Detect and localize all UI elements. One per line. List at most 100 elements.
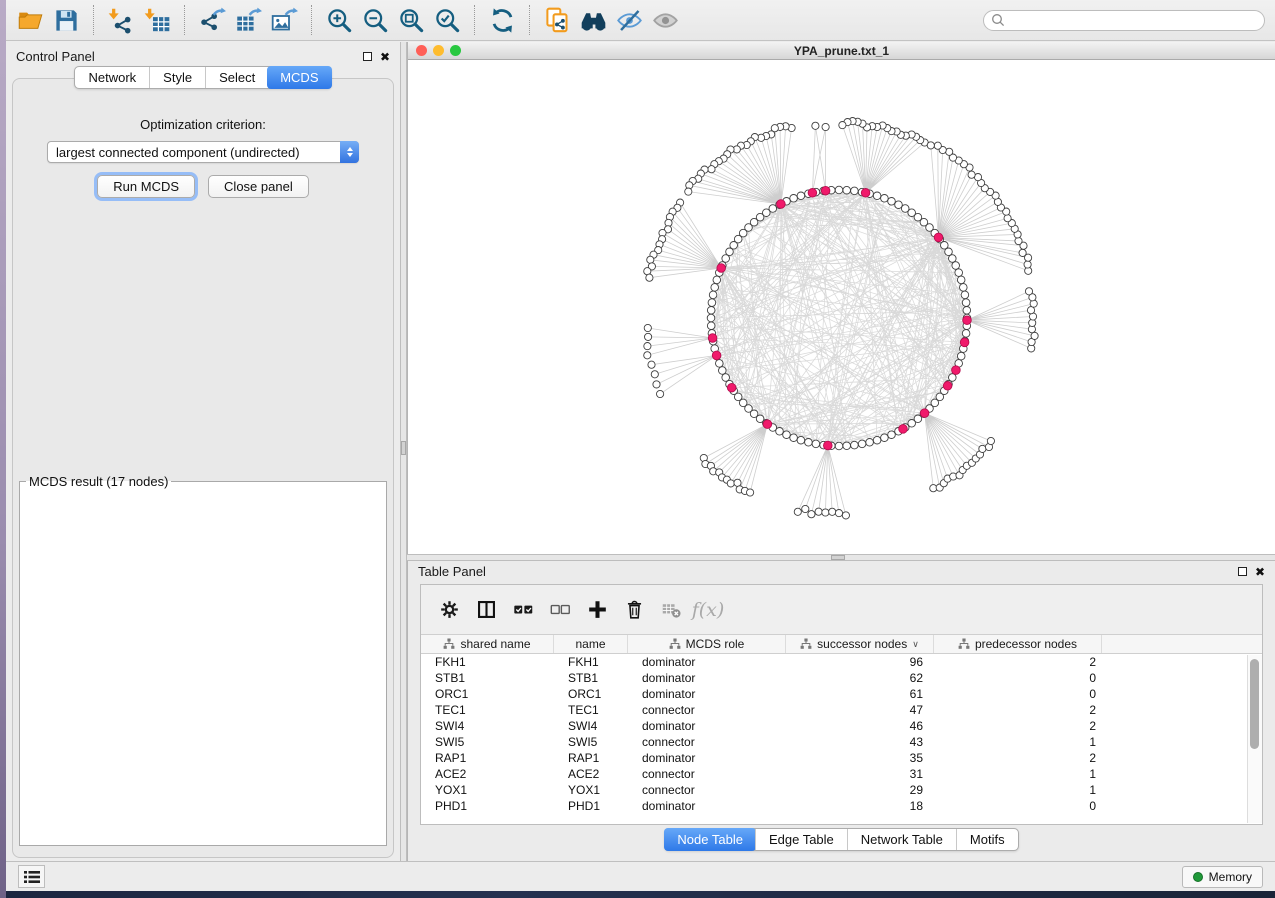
table-row[interactable]: PHD1PHD1dominator180 [421, 798, 1262, 814]
graph-node[interactable] [835, 442, 843, 450]
graph-mcds-node[interactable] [861, 189, 870, 198]
float-table-panel-icon[interactable] [1238, 567, 1247, 576]
vertical-splitter[interactable] [400, 42, 407, 861]
column-header-MCDS-role[interactable]: MCDS role [628, 635, 786, 653]
search-input[interactable] [983, 10, 1265, 31]
graph-node[interactable] [644, 324, 651, 331]
column-header-shared-name[interactable]: shared name [421, 635, 554, 653]
close-panel-button[interactable]: Close panel [208, 175, 309, 198]
graph-node[interactable] [968, 171, 975, 178]
graph-node[interactable] [962, 299, 970, 307]
graph-node[interactable] [839, 122, 846, 129]
table-tab-network-table[interactable]: Network Table [847, 829, 956, 850]
table-tab-node-table[interactable]: Node Table [664, 828, 756, 851]
mcds-result-list[interactable]: PHD1CAR1STP4TID3YOX1SWI4SRD1PMA2FKH1ACE2… [21, 491, 370, 493]
table-scrollbar-thumb[interactable] [1250, 659, 1259, 749]
close-panel-icon[interactable]: ✖ [380, 52, 390, 62]
zoom-out-icon[interactable] [357, 3, 393, 37]
graph-node[interactable] [644, 352, 651, 359]
graph-mcds-node[interactable] [763, 420, 772, 429]
graph-node[interactable] [843, 442, 851, 450]
open-file-icon[interactable] [12, 3, 48, 37]
graph-node[interactable] [873, 192, 881, 200]
graph-node[interactable] [776, 428, 784, 436]
graph-node[interactable] [881, 434, 889, 442]
tab-style[interactable]: Style [149, 67, 205, 88]
graph-node[interactable] [1024, 261, 1031, 268]
graph-mcds-node[interactable] [963, 316, 972, 325]
clone-network-icon[interactable] [539, 3, 575, 37]
close-table-panel-icon[interactable]: ✖ [1255, 567, 1265, 577]
graph-node[interactable] [949, 374, 957, 382]
graph-node[interactable] [646, 274, 653, 281]
graph-node[interactable] [957, 276, 965, 284]
graph-node[interactable] [797, 436, 805, 444]
graph-node[interactable] [734, 479, 741, 486]
zoom-fit-icon[interactable] [393, 3, 429, 37]
graph-node[interactable] [888, 198, 896, 206]
horizontal-splitter-handle[interactable] [831, 555, 845, 560]
find-icon[interactable] [575, 3, 611, 37]
add-row-icon[interactable] [582, 595, 612, 625]
table-row[interactable]: ORC1ORC1dominator610 [421, 686, 1262, 702]
tab-select[interactable]: Select [205, 67, 268, 88]
table-tab-motifs[interactable]: Motifs [956, 829, 1018, 850]
graph-node[interactable] [851, 441, 859, 449]
graph-node[interactable] [657, 390, 664, 397]
table-row[interactable]: TEC1TEC1connector472 [421, 702, 1262, 718]
graph-node[interactable] [707, 307, 715, 315]
graph-mcds-node[interactable] [777, 200, 786, 209]
graph-node[interactable] [707, 314, 715, 322]
graph-node[interactable] [873, 436, 881, 444]
graph-node[interactable] [835, 510, 842, 517]
table-row[interactable]: YOX1YOX1connector291 [421, 782, 1262, 798]
refresh-layout-icon[interactable] [484, 3, 520, 37]
table-row[interactable]: STB1STB1dominator620 [421, 670, 1262, 686]
graph-node[interactable] [644, 343, 651, 350]
graph-node[interactable] [1025, 288, 1032, 295]
graph-mcds-node[interactable] [708, 334, 717, 343]
graph-node[interactable] [812, 122, 819, 129]
select-all-icon[interactable] [508, 595, 538, 625]
graph-node[interactable] [794, 508, 801, 515]
memory-button[interactable]: Memory [1182, 866, 1263, 888]
graph-node[interactable] [645, 333, 652, 340]
graph-node[interactable] [963, 307, 971, 315]
graph-node[interactable] [790, 434, 798, 442]
graph-node[interactable] [783, 431, 791, 439]
graph-node[interactable] [653, 381, 660, 388]
graph-node[interactable] [747, 489, 754, 496]
tab-network[interactable]: Network [75, 67, 149, 88]
graph-mcds-node[interactable] [934, 233, 943, 242]
graph-mcds-node[interactable] [920, 409, 929, 418]
horizontal-splitter[interactable] [407, 554, 1275, 561]
graph-mcds-node[interactable] [717, 264, 726, 273]
deselect-all-icon[interactable] [545, 595, 575, 625]
graph-mcds-node[interactable] [824, 441, 833, 450]
graph-node[interactable] [955, 269, 963, 277]
graph-node[interactable] [866, 439, 874, 447]
graph-node[interactable] [895, 201, 903, 209]
tab-mcds[interactable]: MCDS [267, 66, 331, 89]
graph-node[interactable] [1027, 307, 1034, 314]
graph-node[interactable] [708, 166, 715, 173]
graph-mcds-node[interactable] [952, 366, 961, 375]
graph-node[interactable] [835, 186, 843, 194]
delete-row-icon[interactable] [619, 595, 649, 625]
import-table-icon[interactable] [139, 3, 175, 37]
table-tab-edge-table[interactable]: Edge Table [755, 829, 847, 850]
save-session-icon[interactable] [48, 3, 84, 37]
criterion-dropdown[interactable]: largest connected component (undirected) [47, 141, 359, 163]
graph-node[interactable] [960, 284, 968, 292]
graph-mcds-node[interactable] [943, 382, 952, 391]
graph-node[interactable] [727, 480, 734, 487]
run-mcds-button[interactable]: Run MCDS [97, 175, 195, 198]
table-row[interactable]: SWI5SWI5connector431 [421, 734, 1262, 750]
settings-gear-icon[interactable] [434, 595, 464, 625]
hide-selected-icon[interactable] [611, 3, 647, 37]
table-row[interactable]: RAP1RAP1dominator352 [421, 750, 1262, 766]
graph-node[interactable] [716, 360, 724, 368]
graph-node[interactable] [843, 186, 851, 194]
graph-node[interactable] [708, 299, 716, 307]
import-network-icon[interactable] [103, 3, 139, 37]
